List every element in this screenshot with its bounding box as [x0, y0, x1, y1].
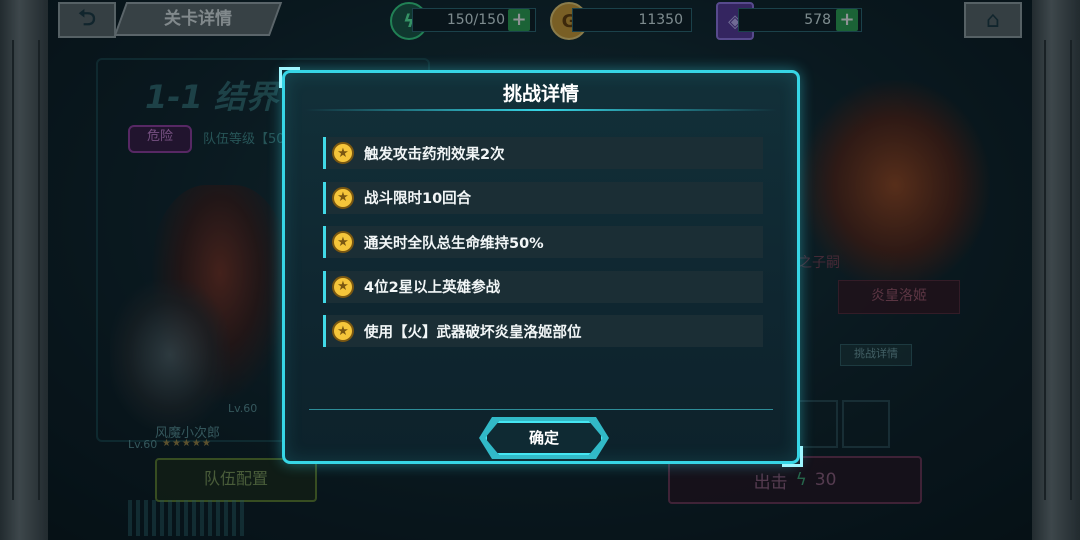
title-divider	[305, 109, 777, 111]
condition-item: ★ 使用【火】武器破坏炎皇洛姬部位	[323, 315, 763, 347]
star-icon: ★	[332, 186, 354, 209]
condition-item: ★ 战斗限时10回合	[323, 181, 763, 214]
star-icon: ★	[332, 142, 354, 164]
challenge-detail-dialog: 挑战详情 ★ 触发攻击药剂效果2次 ★ 战斗限时10回合 ★ 通关时全队总生命维…	[279, 67, 803, 467]
condition-text: 触发攻击药剂效果2次	[364, 146, 505, 163]
condition-item: ★ 4位2星以上英雄参战	[323, 270, 763, 303]
dialog-title: 挑战详情	[502, 83, 579, 105]
condition-item: ★ 触发攻击药剂效果2次	[323, 137, 763, 169]
star-icon: ★	[332, 231, 354, 253]
bottom-divider	[309, 409, 773, 410]
confirm-button[interactable]: 确定	[485, 421, 603, 455]
condition-text: 战斗限时10回合	[364, 191, 472, 207]
condition-text: 4位2星以上英雄参战	[364, 280, 501, 296]
star-icon: ★	[332, 320, 354, 342]
condition-text: 使用【火】武器破坏炎皇洛姬部位	[364, 324, 582, 341]
condition-item: ★ 通关时全队总生命维持50%	[323, 226, 763, 258]
condition-text: 通关时全队总生命维持50%	[364, 235, 544, 252]
condition-list: ★ 触发攻击药剂效果2次 ★ 战斗限时10回合 ★ 通关时全队总生命维持50% …	[323, 137, 763, 360]
star-icon: ★	[332, 275, 354, 298]
